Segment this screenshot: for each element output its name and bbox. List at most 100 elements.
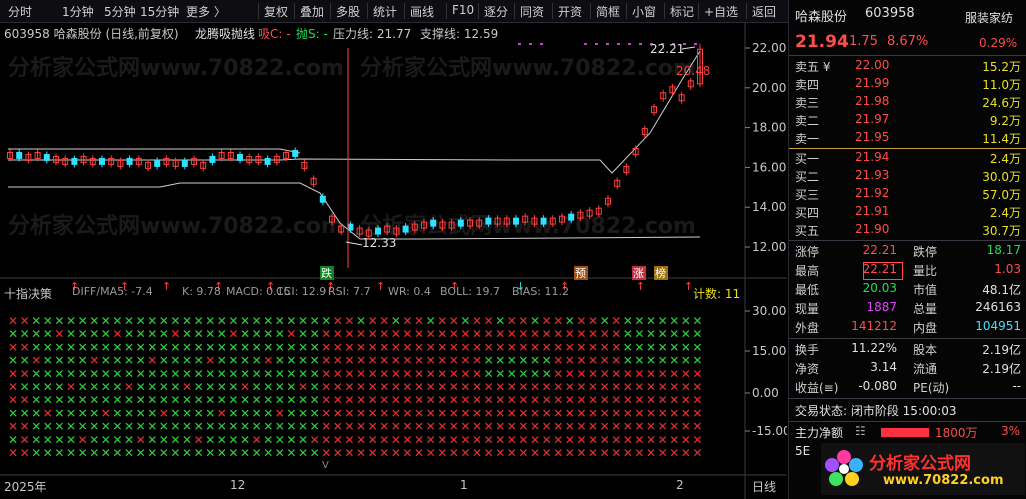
signal-cross: ✕: [344, 406, 354, 420]
stat-key: 内盘: [913, 321, 938, 335]
signal-cross: ✕: [89, 420, 99, 434]
price-axis-label-0: 22.00: [752, 41, 786, 55]
toolbar-item-11[interactable]: 逐分: [484, 3, 508, 20]
toolbar-item-10[interactable]: F10: [452, 3, 474, 17]
toolbar-item-6[interactable]: 叠加: [300, 3, 324, 20]
toolbar-item-18[interactable]: 返回: [752, 3, 776, 20]
ask-volume: 24.6万: [982, 96, 1021, 110]
signal-cross: ✕: [646, 354, 656, 368]
chart-area[interactable]: 22.00 20.00 18.00 16.00 14.00 12.00 30.00 15.00…: [0, 23, 787, 499]
signal-cross: ✕: [414, 393, 424, 407]
sector-name[interactable]: 服装家纺: [965, 9, 1013, 26]
signal-dot: [639, 43, 642, 45]
signal-cross: ✕: [286, 340, 296, 354]
signal-cross: ✕: [252, 340, 262, 354]
chart-canvas[interactable]: 22.0020.0018.0016.0014.0012.0030.0015.00…: [0, 23, 787, 499]
tag-zhang: 涨: [633, 267, 644, 280]
signal-cross: ✕: [553, 380, 563, 394]
signal-cross: ✕: [600, 340, 610, 354]
signal-cross: ✕: [623, 340, 633, 354]
signal-cross: ✕: [623, 380, 633, 394]
signal-cross: ✕: [66, 433, 76, 447]
signal-cross: ✕: [205, 327, 215, 341]
bid-volume: 57.0万: [982, 188, 1021, 202]
signal-cross: ✕: [495, 380, 505, 394]
price-axis-label-3: 16.00: [752, 160, 786, 174]
signal-cross: ✕: [634, 393, 644, 407]
signal-cross: ✕: [611, 354, 621, 368]
indicator-axis-label-3: -15.00: [752, 424, 787, 438]
signal-cross: ✕: [54, 380, 64, 394]
toolbar-item-1[interactable]: 1分钟: [62, 3, 94, 20]
signal-cross: ✕: [460, 354, 470, 368]
candle-body: [126, 157, 133, 165]
date-axis-label-2: 1: [460, 478, 468, 492]
toolbar-item-8[interactable]: 统计: [373, 3, 397, 20]
signal-cross: ✕: [159, 446, 169, 460]
tag-bang: 榜: [655, 266, 666, 280]
signal-cross: ✕: [78, 433, 88, 447]
signal-cross: ✕: [669, 327, 679, 341]
signal-cross: ✕: [414, 380, 424, 394]
signal-cross: ✕: [356, 367, 366, 381]
toolbar-item-12[interactable]: 同资: [520, 3, 544, 20]
toolbar-item-4[interactable]: 更多 〉: [186, 3, 226, 20]
toolbar-item-14[interactable]: 简框: [596, 3, 620, 20]
signal-cross: ✕: [542, 406, 552, 420]
signal-cross: ✕: [66, 314, 76, 328]
signal-cross: ✕: [43, 406, 53, 420]
toolbar-item-3[interactable]: 15分钟: [140, 3, 179, 20]
stock-name: 哈森股份: [795, 10, 848, 25]
signal-cross: ✕: [159, 393, 169, 407]
signal-cross: ✕: [31, 420, 41, 434]
toolbar-item-15[interactable]: 小窗: [632, 3, 656, 20]
signal-cross: ✕: [391, 406, 401, 420]
signal-cross: ✕: [623, 433, 633, 447]
signal-cross: ✕: [240, 393, 250, 407]
indicator-axis-label-2: 0.00: [752, 386, 779, 400]
signal-cross: ✕: [54, 340, 64, 354]
signal-cross: ✕: [321, 420, 331, 434]
signal-cross: ✕: [437, 406, 447, 420]
signal-cross: ✕: [89, 406, 99, 420]
signal-cross: ✕: [588, 393, 598, 407]
signal-cross: ✕: [368, 393, 378, 407]
signal-cross: ✕: [669, 420, 679, 434]
toolbar-separator: [294, 3, 295, 19]
toolbar-item-16[interactable]: 标记: [670, 3, 694, 20]
signal-cross: ✕: [356, 446, 366, 460]
signal-cross: ✕: [298, 420, 308, 434]
signal-cross: ✕: [159, 327, 169, 341]
bid-price: 21.92: [855, 186, 890, 200]
signal-cross: ✕: [275, 367, 285, 381]
quote-panel: 哈森股份 603958 服装家纺 21.94 1.75 8.67% 0.29% …: [788, 0, 1026, 499]
toolbar-item-13[interactable]: 开资: [558, 3, 582, 20]
signal-cross: ✕: [344, 446, 354, 460]
signal-cross: ✕: [43, 393, 53, 407]
sector-change-pct: 0.29%: [979, 36, 1018, 50]
signal-cross: ✕: [263, 367, 273, 381]
toolbar-item-7[interactable]: 多股: [336, 3, 360, 20]
buy-signal: 吸C: -: [258, 27, 291, 41]
signal-cross: ✕: [402, 327, 412, 341]
toolbar-item-5[interactable]: 复权: [264, 3, 288, 20]
signal-cross: ✕: [623, 314, 633, 328]
toolbar-item-17[interactable]: +自选: [704, 3, 738, 20]
signal-cross: ✕: [658, 354, 668, 368]
toolbar-item-2[interactable]: 5分钟: [104, 3, 136, 20]
signal-cross: ✕: [194, 433, 204, 447]
signal-cross: ✕: [124, 314, 134, 328]
ask-volume: 15.2万: [982, 60, 1021, 74]
stat-key: 总量: [913, 302, 938, 316]
table-icon[interactable]: ☷: [855, 424, 866, 438]
signal-cross: ✕: [379, 380, 389, 394]
signal-cross: ✕: [298, 314, 308, 328]
toolbar-separator: [404, 3, 405, 19]
logo-text: 分析家公式网: [869, 454, 971, 474]
signal-cross: ✕: [310, 367, 320, 381]
signal-cross: ✕: [217, 446, 227, 460]
toolbar-item-9[interactable]: 画线: [410, 3, 434, 20]
toolbar-item-0[interactable]: 分时: [8, 3, 32, 20]
signal-cross: ✕: [518, 446, 528, 460]
signal-cross: ✕: [286, 327, 296, 341]
